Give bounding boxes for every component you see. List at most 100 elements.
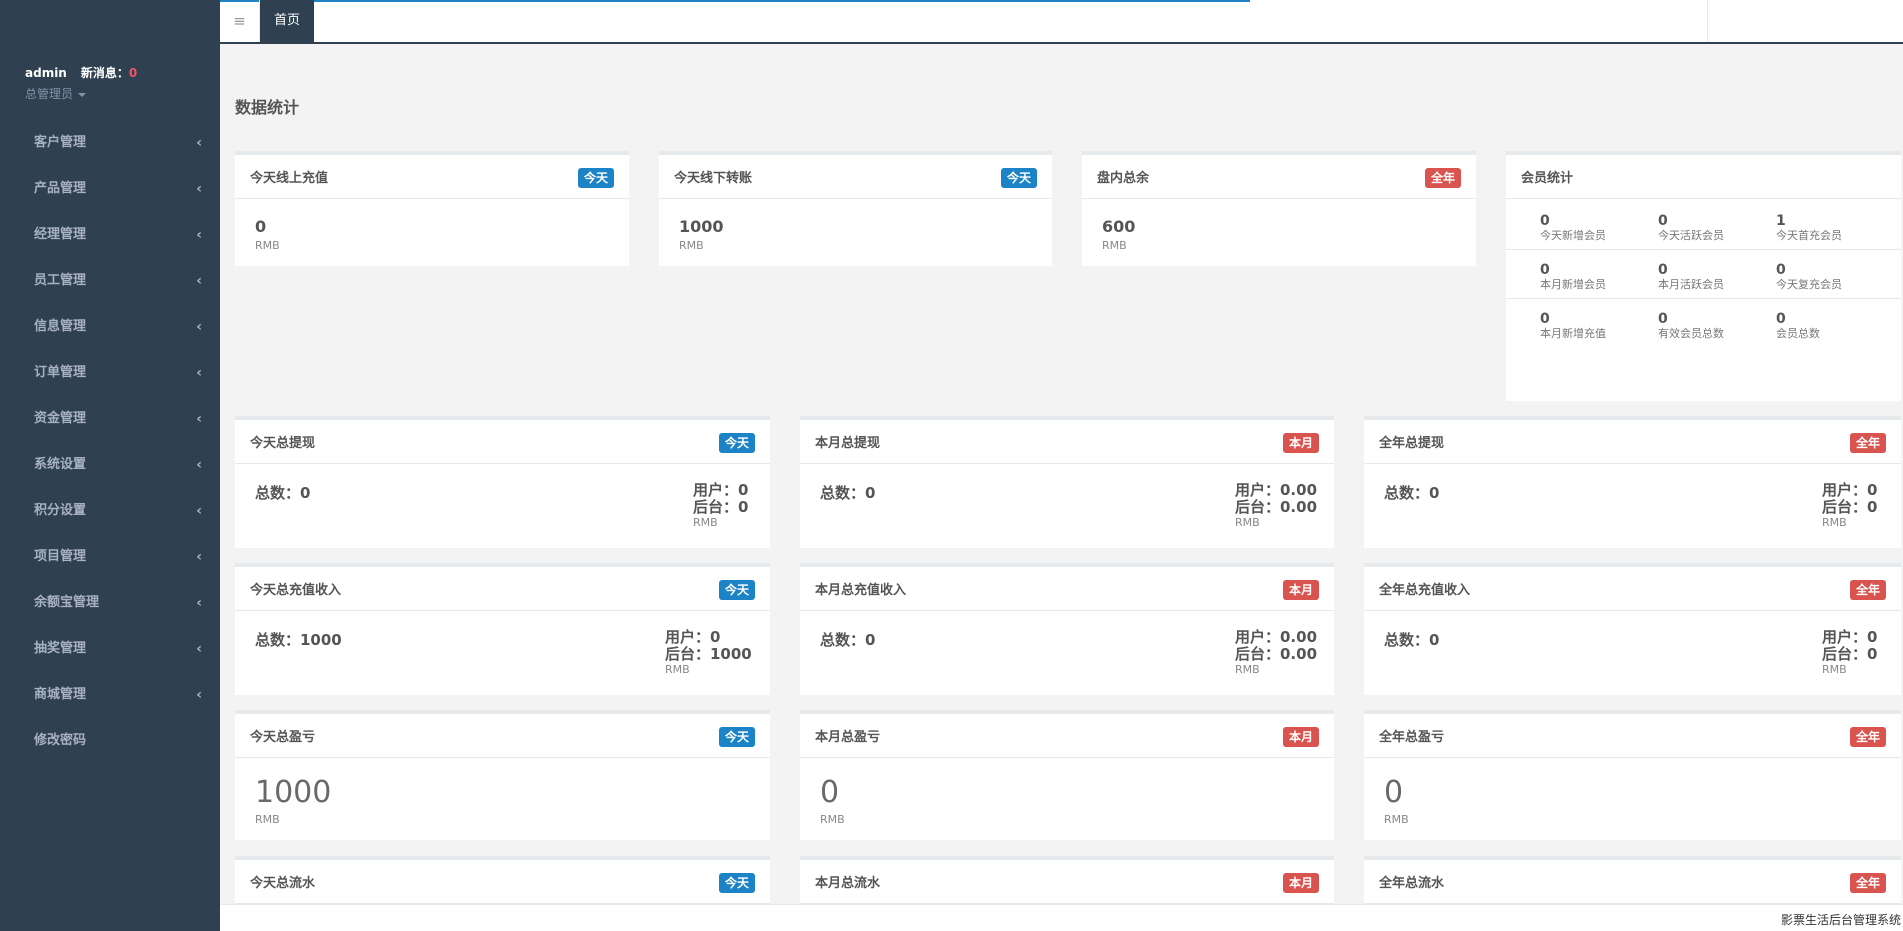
user-amount: 用户：0 [1822,481,1878,499]
sidebar-item-label: 订单管理 [34,365,87,380]
card-header: 会员统计 [1506,155,1901,199]
sidebar-item-points-settings[interactable]: 积分设置 ‹ [0,488,220,534]
period-badge: 今天 [577,168,614,188]
tab-home[interactable]: 首页 [260,0,314,42]
member-stat: 0 今天新增会员 [1540,213,1658,243]
chevron-left-icon: ‹ [196,365,202,381]
stat-card-turnover-today: 今天总流水 今天 [235,856,770,904]
card-total: 总数：0 [820,484,876,502]
card-breakdown: 用户：0 后台：0 RMB [1822,482,1877,530]
member-stats-card: 会员统计 0 今天新增会员 0 今天活跃会员 1 今天首充会员 0 本月新增会员 0 本月… [1506,151,1901,401]
sidebar-item-info[interactable]: 信息管理 ‹ [0,304,220,350]
stat-card-profit-year: 全年总盈亏 全年 0 RMB [1364,710,1901,840]
backend-amount: 后台：0.00 [1235,498,1318,516]
member-stat-value: 0 [1540,262,1550,278]
sidebar: admin 新消息：0 总管理员 客户管理 ‹ 产品管理 ‹ 经理管理 ‹ 员工管理 ‹ … [0,0,220,931]
sidebar-item-staff[interactable]: 员工管理 ‹ [0,258,220,304]
card-title: 全年总流水 [1379,876,1445,891]
member-stat: 0 本月活跃会员 [1658,262,1776,292]
stat-card-profit-month: 本月总盈亏 本月 0 RMB [800,710,1334,840]
card-header: 今天线下转账 今天 [659,155,1052,199]
stat-card-withdraw-today: 今天总提现 今天 总数：0 用户：0 后台：0 RMB [235,416,770,548]
divider [1506,298,1901,299]
card-unit: RMB [679,239,704,252]
card-total: 总数：0 [255,484,311,502]
member-stat-value: 0 [1776,262,1786,278]
stat-card-turnover-month: 本月总流水 本月 [800,856,1334,904]
sidebar-item-yuebao[interactable]: 余额宝管理 ‹ [0,580,220,626]
card-header: 今天总充值收入 今天 [235,567,770,611]
member-stat-value: 1 [1776,213,1786,229]
username: admin [25,66,67,80]
stat-card-recharge-year: 全年总充值收入 全年 总数：0 用户：0 后台：0 RMB [1364,563,1901,695]
sidebar-item-lottery[interactable]: 抽奖管理 ‹ [0,626,220,672]
sidebar-item-change-password[interactable]: 修改密码 [0,718,220,764]
member-stat-value: 0 [1658,311,1668,327]
menu-toggle-icon[interactable]: ≡ [220,0,260,42]
card-unit: RMB [1102,239,1127,252]
sidebar-item-label: 积分设置 [34,503,87,518]
sidebar-item-label: 抽奖管理 [34,641,87,656]
chevron-left-icon: ‹ [196,503,202,519]
card-header: 全年总流水 全年 [1364,860,1901,904]
stat-card-recharge-today: 今天总充值收入 今天 总数：1000 用户：0 后台：1000 RMB [235,563,770,695]
member-stat-value: 0 [1540,311,1550,327]
card-unit: RMB [1235,663,1260,676]
sidebar-item-system-settings[interactable]: 系统设置 ‹ [0,442,220,488]
card-header: 今天总流水 今天 [235,860,770,904]
stat-card-total-balance: 盘内总余 全年 600 RMB [1082,151,1476,266]
card-header: 今天总提现 今天 [235,420,770,464]
card-total: 总数：0 [1384,631,1440,649]
card-breakdown: 用户：0 后台：0 RMB [693,482,748,530]
card-header: 今天总盈亏 今天 [235,714,770,758]
member-stat-value: 0 [1658,262,1668,278]
chevron-left-icon: ‹ [196,687,202,703]
card-value: 0 [1384,775,1404,810]
user-profile[interactable]: admin 新消息：0 总管理员 [25,64,137,102]
card-title: 本月总流水 [815,876,881,891]
chevron-left-icon: ‹ [196,411,202,427]
card-title: 今天总盈亏 [250,730,316,745]
card-title: 会员统计 [1521,171,1574,186]
sidebar-item-funds[interactable]: 资金管理 ‹ [0,396,220,442]
profile-name-row: admin 新消息：0 [25,64,137,81]
sidebar-item-project[interactable]: 项目管理 ‹ [0,534,220,580]
backend-amount: 后台：1000 [665,645,752,663]
card-total: 总数：0 [820,631,876,649]
card-title: 全年总盈亏 [1379,730,1445,745]
sidebar-item-manager[interactable]: 经理管理 ‹ [0,212,220,258]
card-title: 盘内总余 [1097,171,1150,186]
user-role-dropdown[interactable]: 总管理员 [25,85,137,102]
card-unit: RMB [1384,813,1409,826]
card-value: 600 [1102,217,1136,236]
sidebar-item-product[interactable]: 产品管理 ‹ [0,166,220,212]
sidebar-item-label: 修改密码 [34,733,87,748]
stat-card-recharge-month: 本月总充值收入 本月 总数：0 用户：0.00 后台：0.00 RMB [800,563,1334,695]
chevron-left-icon: ‹ [196,181,202,197]
period-badge: 全年 [1424,168,1461,188]
sidebar-item-label: 信息管理 [34,319,87,334]
member-stat-label: 今天复充会员 [1776,278,1842,291]
chevron-left-icon: ‹ [196,595,202,611]
member-stat: 0 今天活跃会员 [1658,213,1776,243]
card-breakdown: 用户：0 后台：1000 RMB [665,629,752,677]
period-badge: 全年 [1849,727,1886,747]
sidebar-item-customer[interactable]: 客户管理 ‹ [0,120,220,166]
sidebar-item-mall[interactable]: 商城管理 ‹ [0,672,220,718]
topbar-right-area [1707,0,1903,42]
new-message-label: 新消息： [80,66,129,80]
card-unit: RMB [1235,516,1260,529]
member-stat-label: 本月新增会员 [1540,278,1606,291]
sidebar-item-label: 商城管理 [34,687,87,702]
topbar: ≡ 首页 [220,0,1903,44]
card-unit: RMB [255,239,280,252]
footer: 影票生活后台管理系统 [220,904,1903,931]
sidebar-item-order[interactable]: 订单管理 ‹ [0,350,220,396]
member-stat: 0 会员总数 [1776,311,1894,341]
card-title: 全年总提现 [1379,436,1445,451]
card-title: 今天总提现 [250,436,316,451]
stat-card-online-recharge-today: 今天线上充值 今天 0 RMB [235,151,629,266]
card-header: 本月总流水 本月 [800,860,1334,904]
stat-card-offline-transfer-today: 今天线下转账 今天 1000 RMB [659,151,1052,266]
user-amount: 用户：0 [1822,628,1878,646]
